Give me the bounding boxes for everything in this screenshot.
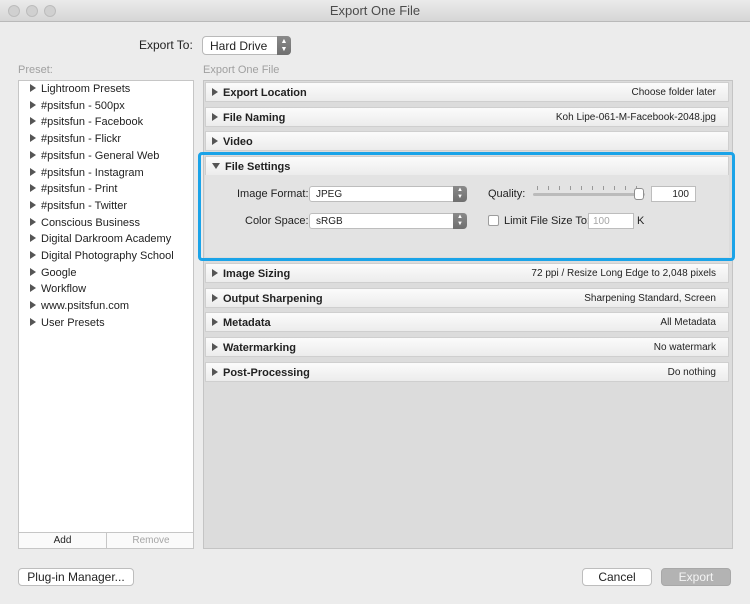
section-watermarking[interactable]: Watermarking No watermark	[205, 337, 729, 357]
export-to-label: Export To:	[139, 38, 193, 52]
section-metadata[interactable]: Metadata All Metadata	[205, 312, 729, 332]
preset-item[interactable]: #psitsfun - 500px	[30, 100, 125, 115]
preset-item[interactable]: #psitsfun - Twitter	[30, 200, 127, 215]
disclosure-triangle-icon[interactable]	[30, 318, 36, 326]
section-file-naming[interactable]: File Naming Koh Lipe-061-M-Facebook-2048…	[205, 107, 729, 127]
preset-item[interactable]: Lightroom Presets	[30, 83, 130, 98]
disclosure-triangle-icon	[212, 318, 218, 326]
disclosure-triangle-icon	[212, 137, 218, 145]
plugin-manager-button[interactable]: Plug-in Manager...	[18, 568, 134, 586]
disclosure-triangle-icon	[212, 113, 218, 121]
export-to-value: Hard Drive	[210, 39, 268, 53]
preset-label: Preset:	[18, 64, 53, 76]
disclosure-triangle-icon[interactable]	[30, 234, 36, 242]
disclosure-triangle-icon[interactable]	[30, 301, 36, 309]
disclosure-triangle-icon[interactable]	[30, 218, 36, 226]
preset-list[interactable]: Lightroom Presets #psitsfun - 500px #psi…	[18, 80, 194, 533]
preset-item[interactable]: User Presets	[30, 317, 105, 332]
disclosure-triangle-icon	[212, 88, 218, 96]
section-video[interactable]: Video	[205, 131, 729, 151]
section-output-sharpening[interactable]: Output Sharpening Sharpening Standard, S…	[205, 288, 729, 308]
preset-item[interactable]: Digital Photography School	[30, 250, 174, 265]
disclosure-triangle-icon[interactable]	[30, 184, 36, 192]
section-post-processing[interactable]: Post-Processing Do nothing	[205, 362, 729, 382]
preset-list-buttons: Add Remove	[18, 532, 194, 549]
disclosure-triangle-icon[interactable]	[30, 151, 36, 159]
preset-item[interactable]: Digital Darkroom Academy	[30, 233, 171, 248]
preset-item[interactable]: #psitsfun - Facebook	[30, 116, 143, 131]
cancel-button[interactable]: Cancel	[582, 568, 652, 586]
disclosure-triangle-icon[interactable]	[30, 117, 36, 125]
preset-item[interactable]: Workflow	[30, 283, 86, 298]
preset-item[interactable]: #psitsfun - Print	[30, 183, 117, 198]
disclosure-triangle-icon	[212, 343, 218, 351]
section-summary: Do nothing	[667, 367, 716, 378]
section-summary: Choose folder later	[631, 87, 717, 98]
section-summary: 72 ppi / Resize Long Edge to 2,048 pixel…	[531, 268, 716, 279]
preset-item[interactable]: www.psitsfun.com	[30, 300, 129, 315]
disclosure-triangle-icon[interactable]	[30, 284, 36, 292]
preset-item[interactable]: #psitsfun - Instagram	[30, 167, 144, 182]
disclosure-triangle-icon[interactable]	[30, 268, 36, 276]
section-summary: No watermark	[653, 342, 716, 353]
export-to-select[interactable]: Hard Drive ▲ ▼	[202, 36, 291, 55]
section-summary: Koh Lipe-061-M-Facebook-2048.jpg	[555, 112, 716, 123]
remove-preset-button[interactable]: Remove	[107, 533, 195, 548]
preset-item[interactable]: #psitsfun - Flickr	[30, 133, 121, 148]
highlight-frame	[198, 152, 735, 261]
preset-item[interactable]: Google	[30, 267, 76, 282]
section-summary: Sharpening Standard, Screen	[584, 293, 716, 304]
panel-heading: Export One File	[203, 64, 280, 76]
preset-item[interactable]: Conscious Business	[30, 217, 140, 232]
disclosure-triangle-icon	[212, 368, 218, 376]
select-stepper-icon: ▲ ▼	[277, 36, 291, 55]
section-image-sizing[interactable]: Image Sizing 72 ppi / Resize Long Edge t…	[205, 263, 729, 283]
disclosure-triangle-icon[interactable]	[30, 84, 36, 92]
disclosure-triangle-icon	[212, 269, 218, 277]
disclosure-triangle-icon[interactable]	[30, 201, 36, 209]
disclosure-triangle-icon[interactable]	[30, 134, 36, 142]
export-button[interactable]: Export	[661, 568, 731, 586]
section-export-location[interactable]: Export Location Choose folder later	[205, 82, 729, 102]
disclosure-triangle-icon[interactable]	[30, 168, 36, 176]
add-preset-button[interactable]: Add	[19, 533, 107, 548]
section-summary: All Metadata	[660, 317, 716, 328]
disclosure-triangle-icon[interactable]	[30, 251, 36, 259]
preset-item[interactable]: #psitsfun - General Web	[30, 150, 159, 165]
window-title: Export One File	[329, 3, 421, 18]
disclosure-triangle-icon	[212, 294, 218, 302]
title-bar: Export One File	[0, 0, 750, 22]
disclosure-triangle-icon[interactable]	[30, 101, 36, 109]
